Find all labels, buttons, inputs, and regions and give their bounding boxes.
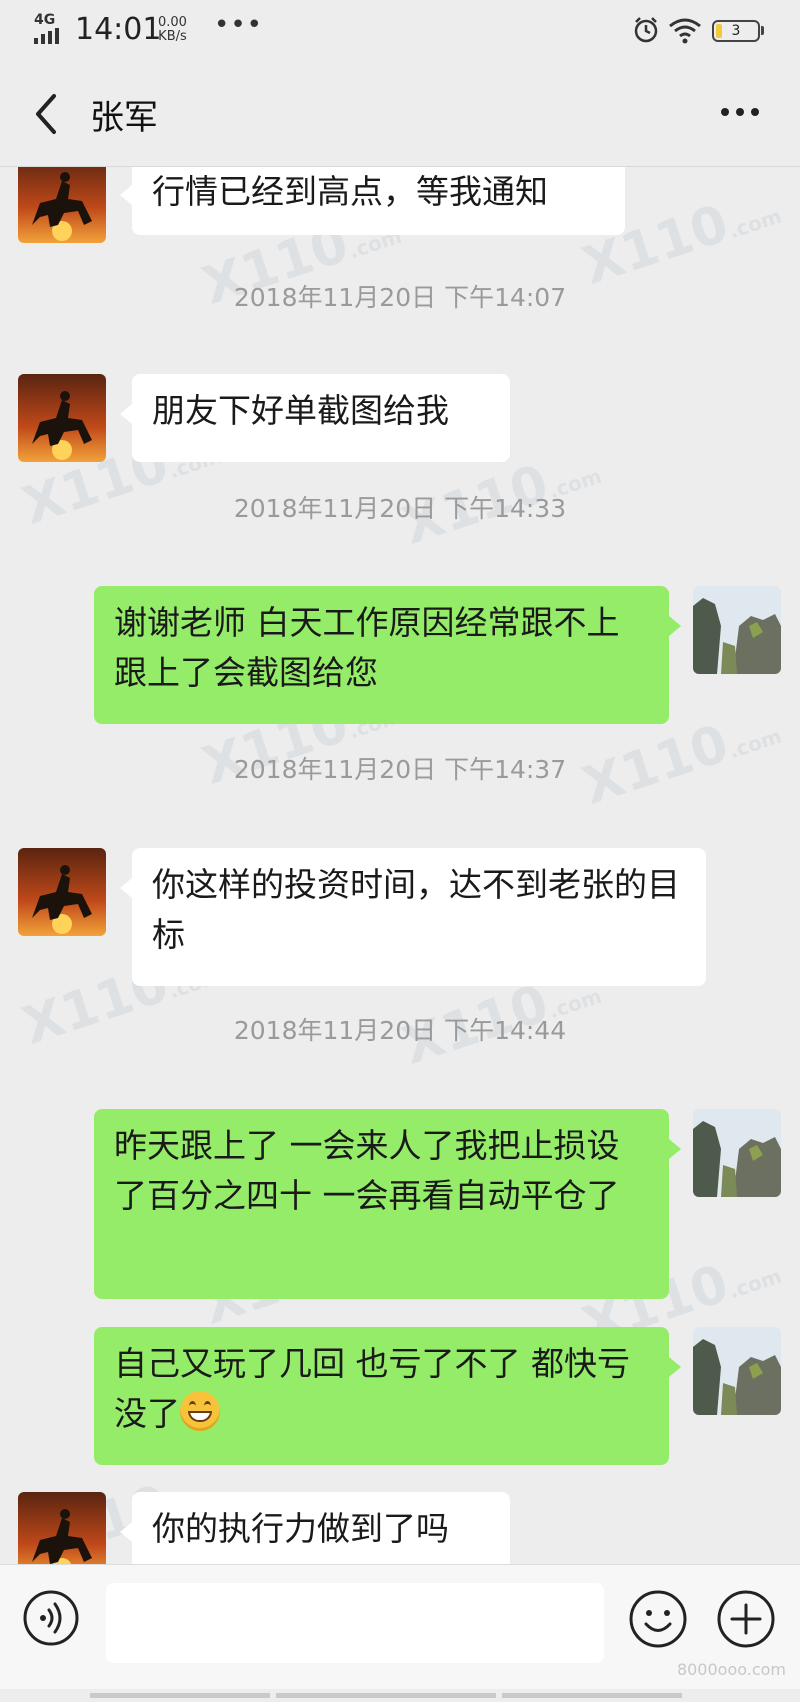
emoji-button[interactable]	[628, 1589, 688, 1649]
battery-icon: 3	[712, 20, 760, 42]
notification-more-icon: •••	[214, 10, 264, 40]
voice-input-button[interactable]	[22, 1589, 80, 1647]
outgoing-message[interactable]: 谢谢老师 白天工作原因经常跟不上跟上了会截图给您	[94, 586, 681, 724]
chevron-left-icon	[36, 94, 56, 134]
incoming-message[interactable]: 朋友下好单截图给我	[120, 374, 510, 462]
incoming-message[interactable]: 你的执行力做到了吗	[120, 1492, 510, 1564]
message-input-bar: 8000ooo.com	[0, 1564, 800, 1698]
contact-avatar[interactable]	[18, 1492, 106, 1564]
incoming-message[interactable]: 行情已经到高点，等我通知	[120, 167, 625, 235]
clock-time: 14:01	[75, 12, 162, 47]
status-bar: 4G 14:01 0.00 KB/s ••• 3	[0, 0, 800, 62]
back-button[interactable]	[28, 90, 68, 138]
more-dots-icon	[721, 108, 759, 116]
bottom-indicator	[90, 1683, 710, 1698]
outgoing-message[interactable]: 自己又玩了几回 也亏了不了 都快亏没了	[94, 1327, 681, 1465]
plus-icon	[717, 1590, 775, 1648]
contact-avatar[interactable]	[18, 167, 106, 243]
chat-header: 张军	[0, 62, 800, 167]
speed-value: 0.00	[158, 15, 187, 30]
speed-unit: KB/s	[158, 29, 187, 44]
my-avatar[interactable]	[693, 1327, 781, 1415]
message-timestamp: 2018年11月20日 下午14:44	[233, 1016, 567, 1045]
network-speed: 0.00 KB/s	[158, 16, 187, 44]
incoming-message[interactable]: 你这样的投资时间，达不到老张的目标	[120, 848, 706, 986]
outgoing-message[interactable]: 昨天跟上了 一会来人了我把止损设了百分之四十 一会再看自动平仓了	[94, 1109, 681, 1299]
signal-icon: 4G	[34, 12, 60, 44]
alarm-icon	[632, 16, 660, 48]
more-functions-button[interactable]	[716, 1589, 776, 1649]
site-watermark: 8000ooo.com	[676, 1660, 786, 1679]
grinning-face-icon	[180, 1391, 220, 1431]
contact-avatar[interactable]	[18, 848, 106, 936]
chat-message-list[interactable]: X110.com X110.com X110.com X110.com X110…	[0, 167, 800, 1564]
network-type: 4G	[34, 12, 56, 28]
message-timestamp: 2018年11月20日 下午14:07	[233, 283, 567, 312]
my-avatar[interactable]	[693, 586, 781, 674]
my-avatar[interactable]	[693, 1109, 781, 1197]
message-timestamp: 2018年11月20日 下午14:37	[233, 755, 567, 784]
contact-avatar[interactable]	[18, 374, 106, 462]
smiley-icon	[629, 1590, 687, 1648]
contact-name: 张军	[90, 98, 158, 138]
battery-tip	[761, 26, 764, 35]
message-timestamp: 2018年11月20日 下午14:33	[233, 494, 567, 523]
voice-icon	[23, 1590, 79, 1646]
battery-level: 3	[731, 23, 741, 39]
wifi-icon	[668, 18, 702, 48]
more-options-button[interactable]	[710, 92, 770, 132]
message-text-input[interactable]	[106, 1583, 604, 1663]
